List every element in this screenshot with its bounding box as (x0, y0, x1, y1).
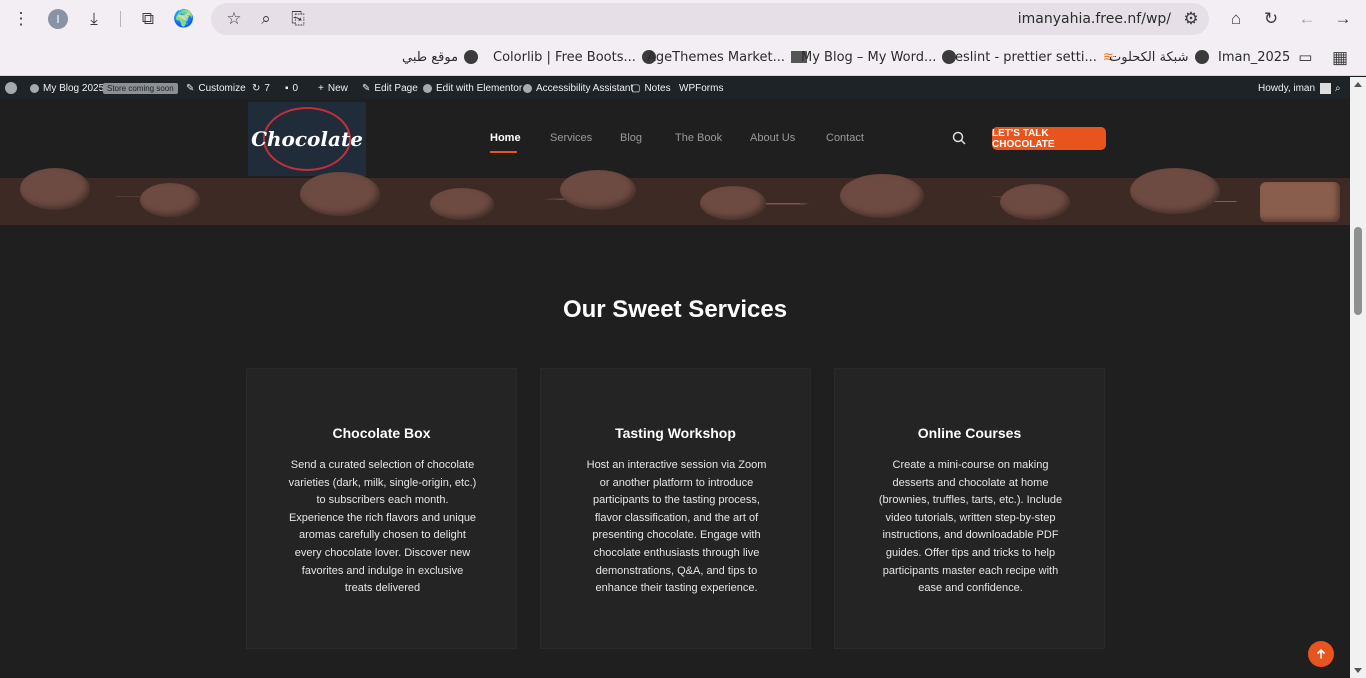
card-text: Send a curated selection of chocolate va… (288, 459, 477, 595)
chocolate-banner-image (0, 168, 1350, 225)
bookmark-item[interactable]: My Blog – My Word... (801, 48, 957, 66)
bookmark-item[interactable]: Colorlib | Free Boots... (493, 48, 656, 66)
menu-icon[interactable]: ⋮ (9, 7, 33, 31)
adminbar-comments[interactable]: ▪ 0 (285, 82, 298, 94)
zoom-icon[interactable]: ⌕ (254, 7, 278, 31)
active-nav-indicator (490, 151, 517, 153)
card-text: Host an interactive session via Zoom or … (586, 459, 767, 595)
adminbar-accessibility[interactable]: Accessibility Assistant (523, 82, 633, 94)
toolbar-divider (120, 11, 121, 27)
globe-icon (1194, 50, 1209, 64)
extension-globe-icon[interactable]: 🌍 (172, 7, 196, 31)
apps-grid-icon[interactable]: ▦ (1328, 46, 1352, 70)
plus-icon: + (318, 82, 324, 94)
bookmark-item[interactable]: شبكة الكحلوت (1109, 48, 1209, 66)
scroll-up-arrow-icon[interactable] (1354, 82, 1362, 87)
service-card: Chocolate Box Send a curated selection o… (246, 368, 517, 649)
translate-icon[interactable]: ⎘ (286, 7, 310, 31)
site-settings-icon[interactable]: ⚙ (1179, 7, 1203, 31)
bookmark-item[interactable]: موقع طبي (402, 48, 479, 66)
service-card: Online Courses Create a mini-course on m… (834, 368, 1105, 649)
notes-icon: ▢ (631, 82, 641, 94)
search-icon[interactable] (952, 131, 966, 145)
updates-icon: ↻ (252, 82, 261, 94)
adminbar-customize[interactable]: ✎ Customize (186, 82, 246, 94)
url-text[interactable]: imanyahia.free.nf/wp/ (1018, 11, 1171, 27)
adminbar-wpforms[interactable]: WPForms (679, 82, 723, 94)
scrollbar-thumb[interactable] (1354, 227, 1362, 315)
arrow-up-icon (1316, 648, 1326, 659)
folder-icon: ▭ (1298, 48, 1313, 66)
lets-talk-chocolate-button[interactable]: LET'S TALK CHOCOLATE (992, 127, 1106, 150)
bookmark-item[interactable]: AgeThemes Market... (647, 48, 807, 66)
reload-icon[interactable]: ↻ (1259, 7, 1283, 31)
adminbar-search-icon[interactable]: ⌕ (1335, 82, 1341, 94)
download-icon[interactable]: ⤓ (82, 7, 106, 31)
dashboard-icon (30, 83, 39, 93)
forward-icon[interactable]: → (1331, 7, 1355, 31)
nav-contact[interactable]: Contact (826, 132, 864, 144)
logo-badge: Chocolate (251, 107, 363, 171)
store-status-badge[interactable]: Store coming soon (103, 82, 178, 94)
accessibility-icon (523, 83, 532, 93)
adminbar-site-name[interactable]: My Blog 2025 (30, 82, 104, 94)
back-to-top-button[interactable] (1308, 641, 1334, 667)
bookmark-folder[interactable]: Iman_2025 ▭ (1218, 48, 1312, 66)
nav-home[interactable]: Home (490, 132, 521, 144)
site-logo[interactable]: Chocolate (248, 102, 366, 176)
scroll-down-arrow-icon[interactable] (1354, 668, 1362, 673)
site-header: Chocolate Home Services Blog The Book Ab… (0, 99, 1350, 178)
card-text: Create a mini-course on making desserts … (878, 459, 1063, 595)
user-avatar (1320, 82, 1332, 94)
elementor-icon (423, 83, 432, 93)
section-title: Our Sweet Services (562, 296, 788, 323)
pencil-icon: ✎ (362, 82, 371, 94)
adminbar-notes[interactable]: ▢ Notes (631, 82, 671, 94)
wordpress-logo-icon[interactable] (5, 82, 21, 94)
back-icon[interactable]: ← (1295, 7, 1319, 31)
adminbar-howdy[interactable]: Howdy, iman (1258, 82, 1332, 94)
nav-services[interactable]: Services (550, 132, 592, 144)
adminbar-new[interactable]: + New (318, 82, 348, 94)
home-icon[interactable]: ⌂ (1224, 7, 1248, 31)
services-section: Our Sweet Services Chocolate Box Send a … (0, 225, 1350, 678)
nav-the-book[interactable]: The Book (675, 132, 722, 144)
card-title: Online Courses (917, 425, 1022, 441)
nav-about-us[interactable]: About Us (750, 132, 795, 144)
bookmarks-bar: موقع طبي Colorlib | Free Boots... AgeThe… (0, 38, 1366, 76)
bookmark-star-icon[interactable]: ☆ (222, 7, 246, 31)
service-card: Tasting Workshop Host an interactive ses… (540, 368, 811, 649)
comment-icon: ▪ (285, 82, 289, 94)
adminbar-edit-page[interactable]: ✎ Edit Page (362, 82, 418, 94)
globe-icon (464, 50, 479, 64)
extensions-icon[interactable]: ⧉ (136, 7, 160, 31)
browser-toolbar: ⋮ I ⤓ ⧉ 🌍 ☆ ⌕ ⎘ imanyahia.free.nf/wp/ ⚙ … (0, 0, 1366, 38)
adminbar-updates[interactable]: ↻ 7 (252, 82, 270, 94)
adminbar-elementor[interactable]: Edit with Elementor (423, 82, 522, 94)
brush-icon: ✎ (186, 82, 195, 94)
nav-blog[interactable]: Blog (620, 132, 642, 144)
page-scrollbar[interactable] (1350, 77, 1366, 678)
bookmark-item[interactable]: eslint - prettier setti... ≋ (955, 48, 1114, 66)
card-title: Tasting Workshop (615, 425, 736, 441)
wp-admin-bar: My Blog 2025 Store coming soon ✎ Customiz… (0, 77, 1366, 99)
address-bar[interactable]: ☆ ⌕ ⎘ imanyahia.free.nf/wp/ ⚙ (211, 3, 1209, 35)
profile-avatar[interactable]: I (46, 7, 70, 31)
card-title: Chocolate Box (332, 425, 431, 441)
